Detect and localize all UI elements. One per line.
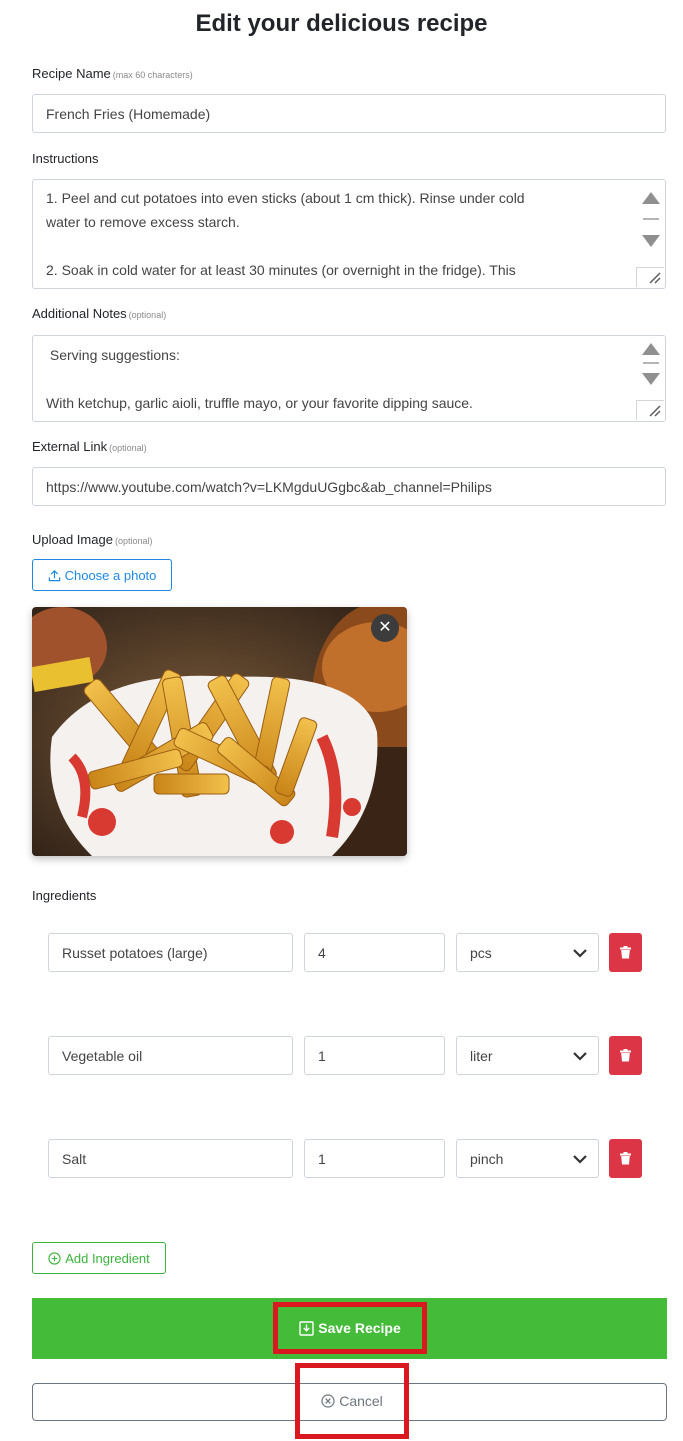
upload-image-hint: (optional) bbox=[114, 536, 153, 546]
recipe-name-hint: (max 60 characters) bbox=[112, 70, 193, 80]
recipe-name-label-text: Recipe Name bbox=[32, 66, 111, 81]
scroll-up-arrow-icon[interactable] bbox=[642, 192, 660, 204]
recipe-name-value: French Fries (Homemade) bbox=[46, 105, 211, 122]
ingredient-name-input[interactable]: Vegetable oil bbox=[48, 1036, 293, 1075]
upload-icon bbox=[48, 569, 60, 581]
trash-icon bbox=[620, 1152, 631, 1165]
notes-line: Serving suggestions: bbox=[46, 347, 180, 363]
delete-ingredient-button[interactable] bbox=[609, 1139, 642, 1178]
ingredient-unit-value: pcs bbox=[470, 944, 492, 961]
external-link-label: External Link (optional) bbox=[32, 439, 147, 454]
notes-label-text: Additional Notes bbox=[32, 306, 127, 321]
ingredient-name-value: Vegetable oil bbox=[62, 1047, 143, 1064]
choose-photo-label: Choose a photo bbox=[64, 567, 157, 583]
plus-circle-icon bbox=[48, 1251, 61, 1265]
external-link-input[interactable]: https://www.youtube.com/watch?v=LKMgduUG… bbox=[32, 467, 666, 506]
ingredient-quantity-input[interactable]: 4 bbox=[304, 933, 445, 972]
save-recipe-label: Save Recipe bbox=[318, 1320, 401, 1336]
delete-ingredient-button[interactable] bbox=[609, 1036, 642, 1075]
upload-image-label: Upload Image (optional) bbox=[32, 532, 152, 547]
notes-line: With ketchup, garlic aioli, truffle mayo… bbox=[46, 395, 473, 411]
instructions-line: 1. Peel and cut potatoes into even stick… bbox=[46, 190, 525, 206]
ingredient-name-input[interactable]: Russet potatoes (large) bbox=[48, 933, 293, 972]
chevron-down-icon bbox=[573, 1051, 587, 1061]
notes-label: Additional Notes (optional) bbox=[32, 306, 166, 321]
notes-line bbox=[46, 367, 615, 391]
ingredient-unit-select[interactable]: pcs bbox=[456, 933, 599, 972]
external-link-label-text: External Link bbox=[32, 439, 108, 454]
save-icon bbox=[299, 1320, 314, 1336]
resize-handle-icon[interactable] bbox=[636, 267, 664, 287]
ingredient-quantity-value: 1 bbox=[318, 1047, 326, 1064]
ingredient-unit-value: liter bbox=[470, 1047, 493, 1064]
remove-photo-close-icon[interactable]: ✕ bbox=[371, 614, 399, 642]
notes-textarea[interactable]: Serving suggestions: With ketchup, garli… bbox=[32, 335, 666, 422]
ingredient-quantity-value: 1 bbox=[318, 1150, 326, 1167]
scroll-down-arrow-icon[interactable] bbox=[642, 373, 660, 385]
instructions-line bbox=[46, 234, 615, 258]
ingredients-label: Ingredients bbox=[32, 888, 97, 903]
instructions-line: 2. Soak in cold water for at least 30 mi… bbox=[46, 262, 516, 278]
recipe-photo bbox=[32, 607, 407, 856]
ingredient-unit-select[interactable]: pinch bbox=[456, 1139, 599, 1178]
resize-handle-icon[interactable] bbox=[636, 400, 664, 420]
scroll-down-arrow-icon[interactable] bbox=[642, 235, 660, 247]
ingredient-unit-value: pinch bbox=[470, 1150, 504, 1167]
scroll-up-arrow-icon[interactable] bbox=[642, 343, 660, 355]
page-title: Edit your delicious recipe bbox=[195, 10, 488, 37]
cancel-highlight[interactable]: Cancel bbox=[295, 1363, 409, 1439]
recipe-name-input[interactable]: French Fries (Homemade) bbox=[32, 94, 666, 133]
edit-recipe-page: Edit your delicious recipe Recipe Name (m… bbox=[0, 0, 683, 1441]
ingredient-name-input[interactable]: Salt bbox=[48, 1139, 293, 1178]
recipe-name-label: Recipe Name (max 60 characters) bbox=[32, 66, 193, 81]
ingredient-quantity-value: 4 bbox=[318, 944, 326, 961]
add-ingredient-button[interactable]: Add Ingredient bbox=[32, 1242, 166, 1274]
instructions-label: Instructions bbox=[32, 151, 99, 166]
instructions-textarea[interactable]: 1. Peel and cut potatoes into even stick… bbox=[32, 179, 666, 289]
delete-ingredient-button[interactable] bbox=[609, 933, 642, 972]
chevron-down-icon bbox=[573, 1154, 587, 1164]
upload-image-label-text: Upload Image bbox=[32, 532, 113, 547]
cancel-circle-x-icon bbox=[321, 1394, 335, 1408]
notes-hint: (optional) bbox=[128, 310, 167, 320]
ingredient-name-value: Salt bbox=[62, 1150, 87, 1167]
save-recipe-highlight[interactable]: Save Recipe bbox=[273, 1302, 427, 1354]
trash-icon bbox=[620, 1049, 631, 1062]
ingredient-quantity-input[interactable]: 1 bbox=[304, 1036, 445, 1075]
ingredient-unit-select[interactable]: liter bbox=[456, 1036, 599, 1075]
choose-photo-button[interactable]: Choose a photo bbox=[32, 559, 172, 591]
scroll-thumb[interactable] bbox=[643, 218, 659, 220]
instructions-line: water to remove excess starch. bbox=[46, 214, 240, 230]
cancel-label: Cancel bbox=[339, 1393, 383, 1409]
add-ingredient-label: Add Ingredient bbox=[65, 1250, 150, 1266]
ingredient-name-value: Russet potatoes (large) bbox=[62, 944, 208, 961]
external-link-value: https://www.youtube.com/watch?v=LKMgduUG… bbox=[46, 478, 492, 495]
trash-icon bbox=[620, 946, 631, 959]
chevron-down-icon bbox=[573, 948, 587, 958]
external-link-hint: (optional) bbox=[109, 443, 147, 453]
scroll-thumb[interactable] bbox=[643, 362, 659, 364]
ingredient-quantity-input[interactable]: 1 bbox=[304, 1139, 445, 1178]
